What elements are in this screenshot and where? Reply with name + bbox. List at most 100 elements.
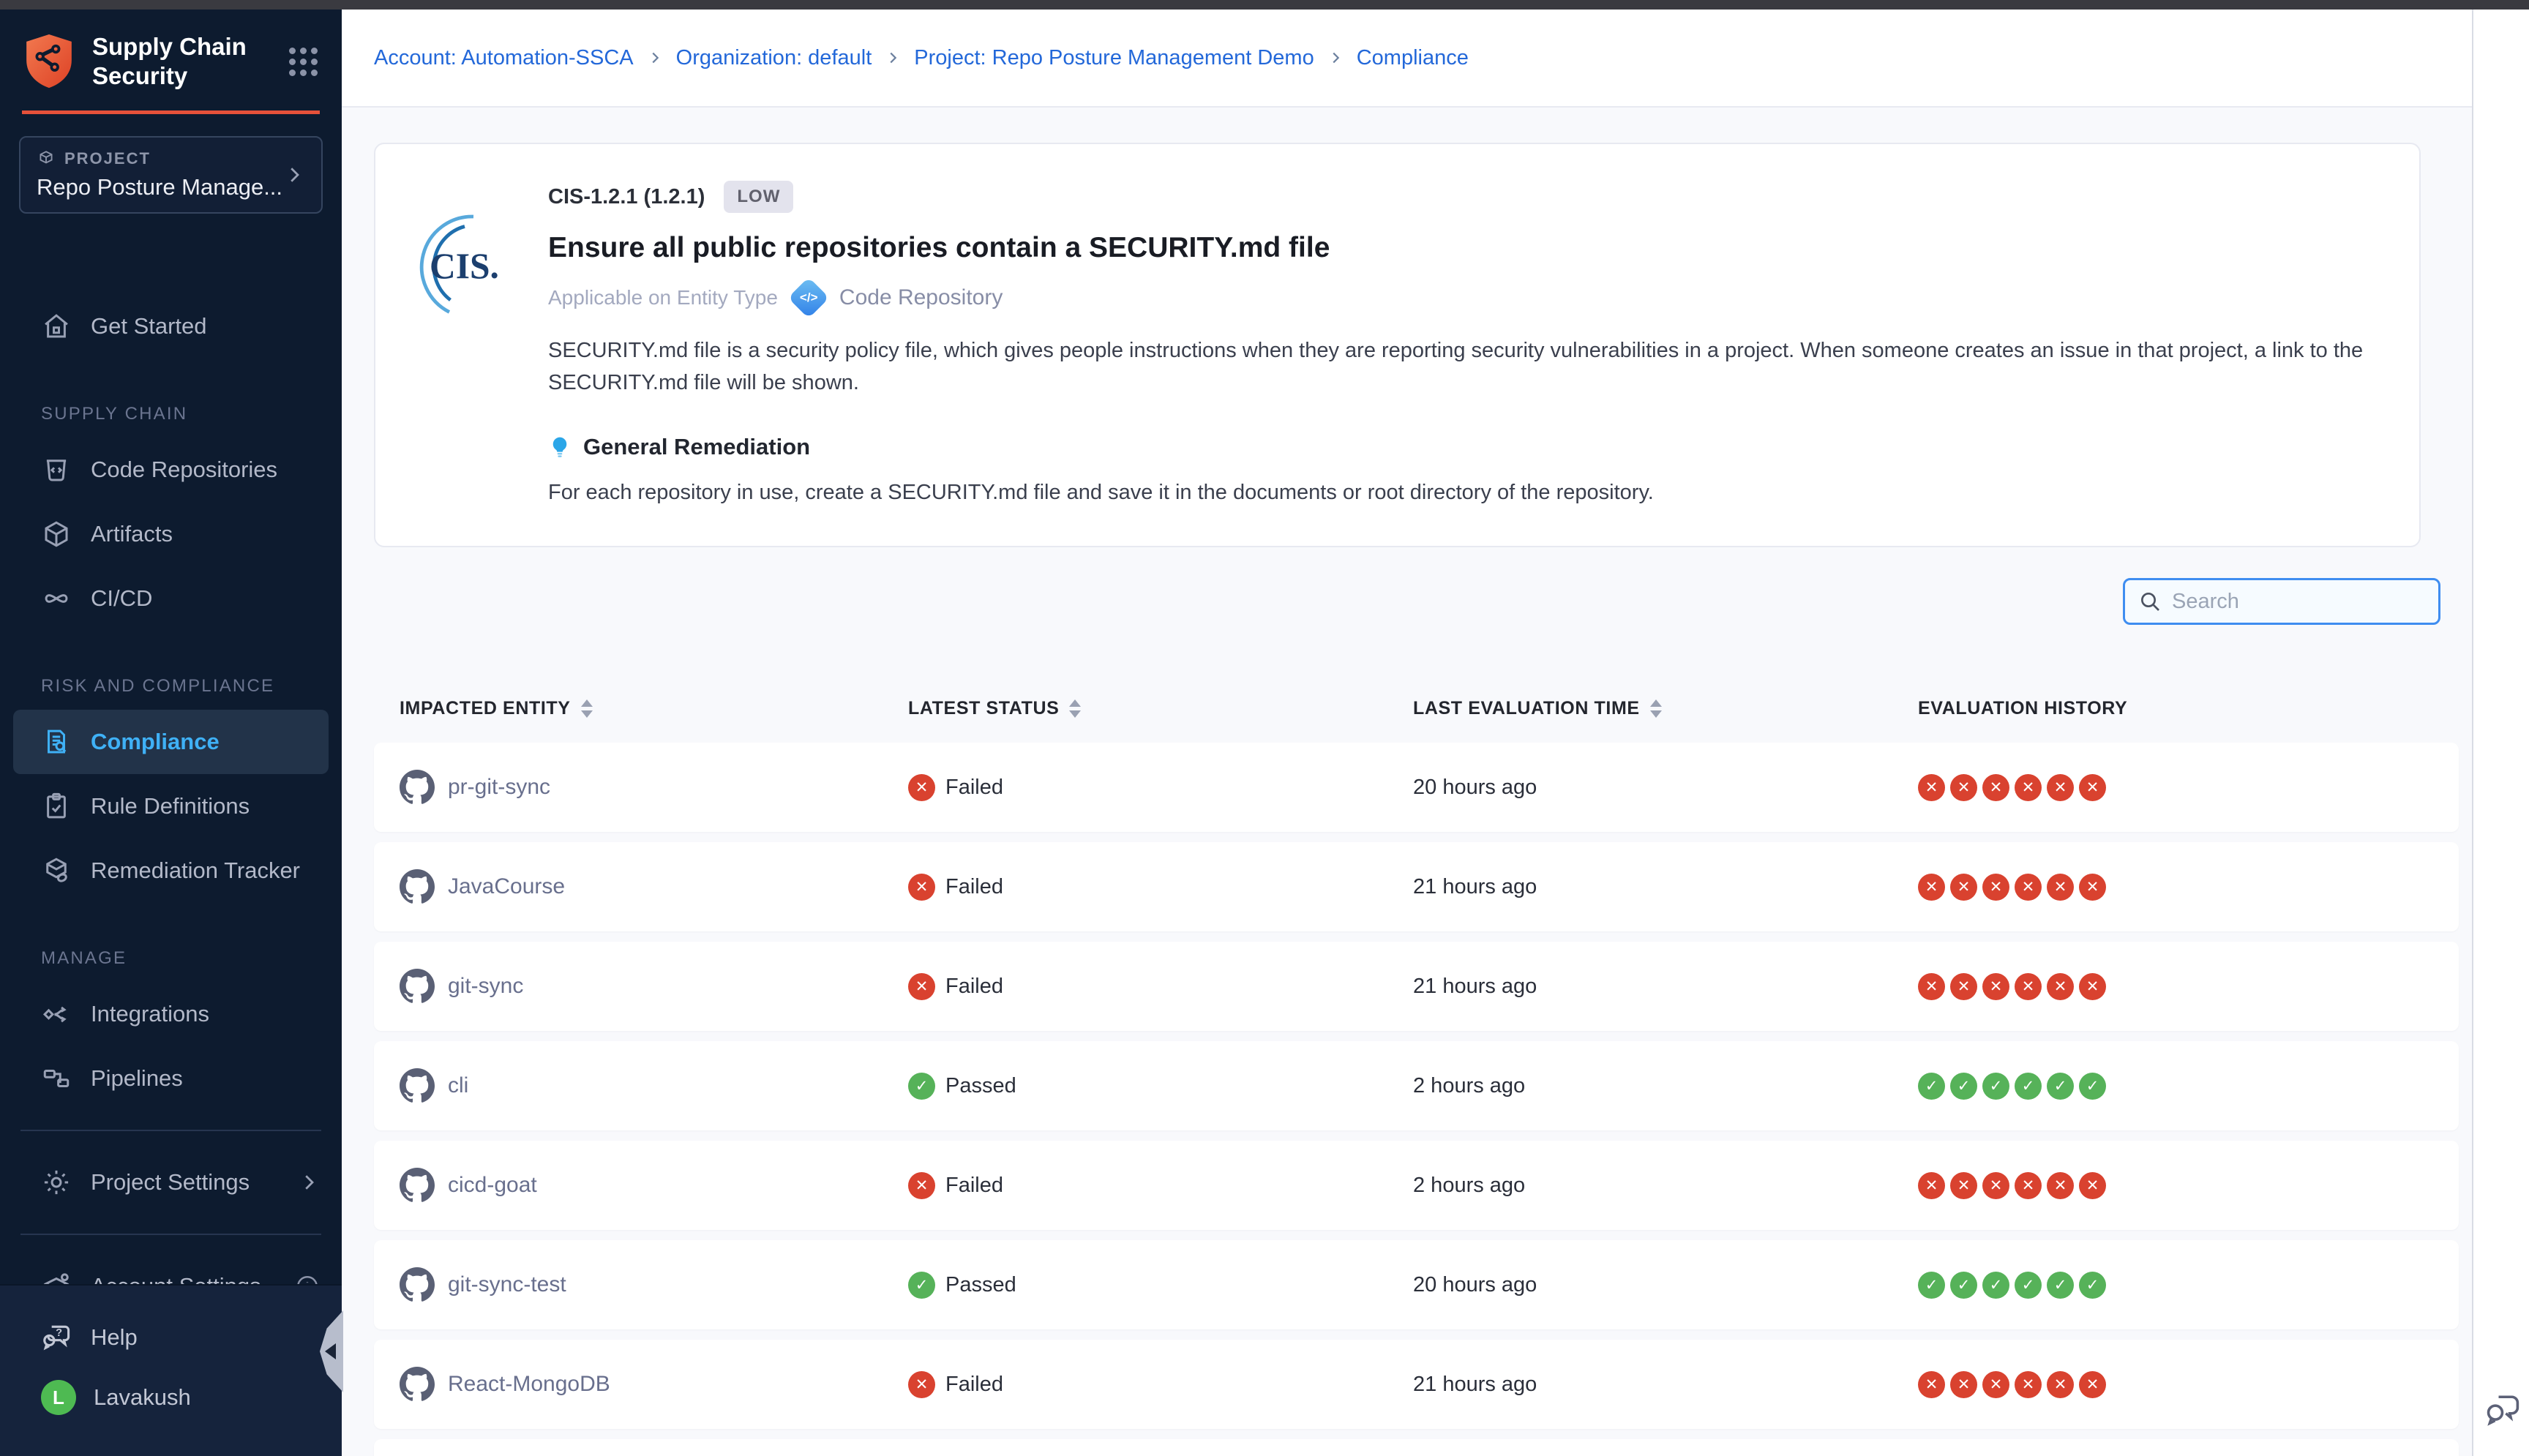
svg-text:?: ? <box>56 1327 62 1339</box>
chevron-right-icon <box>283 164 305 186</box>
column-impacted-entity[interactable]: IMPACTED ENTITY <box>400 698 908 719</box>
table-row[interactable]: cli ✓ Passed 2 hours ago ✓✓✓✓✓✓ <box>374 1041 2459 1130</box>
entity-name[interactable]: cli <box>448 1073 468 1098</box>
github-icon <box>400 770 435 805</box>
history-passed-icon: ✓ <box>1982 1272 2009 1299</box>
feedback-chat-icon[interactable] <box>2482 1389 2522 1428</box>
browser-top-bar <box>0 0 2529 10</box>
applicable-label: Applicable on Entity Type <box>548 286 778 309</box>
sidebar-item-remediation-tracker[interactable]: Remediation Tracker <box>0 838 342 903</box>
sidebar-item-cicd[interactable]: CI/CD <box>0 566 342 631</box>
evaluation-history: ✓✓✓✓✓✓ <box>1918 1272 2459 1299</box>
status-icon: ✕ <box>908 973 935 1000</box>
status-icon: ✕ <box>908 774 935 801</box>
entity-name[interactable]: cicd-goat <box>448 1173 537 1198</box>
breadcrumb: Account: Automation-SSCA Organization: d… <box>342 10 2472 108</box>
table-row[interactable]: git-sync ✕ Failed 21 hours ago ✕✕✕✕✕✕ <box>374 942 2459 1031</box>
entity-name[interactable]: JavaCourse <box>448 874 565 899</box>
history-failed-icon: ✕ <box>1982 1371 2009 1398</box>
sidebar-item-account-settings[interactable]: Account Settings <box>0 1254 342 1284</box>
sidebar-item-project-settings[interactable]: Project Settings <box>0 1150 342 1215</box>
app-switcher-icon[interactable] <box>286 45 320 78</box>
help-button[interactable]: ? Help <box>0 1307 342 1367</box>
history-failed-icon: ✕ <box>2015 1371 2042 1398</box>
history-failed-icon: ✕ <box>1950 1371 1977 1398</box>
breadcrumb-account[interactable]: Account: Automation-SSCA <box>374 46 634 70</box>
history-passed-icon: ✓ <box>1950 1272 1977 1299</box>
scrollbar-gutter <box>2472 10 2529 1456</box>
search-input[interactable] <box>2172 590 2425 614</box>
history-passed-icon: ✓ <box>2015 1272 2042 1299</box>
status-label: Failed <box>945 875 1003 899</box>
history-failed-icon: ✕ <box>1950 973 1977 1000</box>
entity-name[interactable]: git-sync-test <box>448 1272 566 1297</box>
divider <box>20 1130 321 1131</box>
sidebar-item-pipelines[interactable]: Pipelines <box>0 1046 342 1111</box>
sidebar-item-artifacts[interactable]: Artifacts <box>0 502 342 566</box>
rule-id: CIS-1.2.1 (1.2.1) <box>548 185 705 209</box>
breadcrumb-compliance[interactable]: Compliance <box>1357 46 1469 70</box>
accent-underline <box>22 110 320 114</box>
compliance-icon <box>41 727 72 757</box>
history-failed-icon: ✕ <box>1918 774 1945 801</box>
remediation-tracker-icon <box>41 855 72 886</box>
breadcrumb-organization[interactable]: Organization: default <box>676 46 872 70</box>
supply-chain-security-logo <box>22 31 76 91</box>
evaluation-time: 21 hours ago <box>1413 975 1918 999</box>
github-icon <box>400 1168 435 1203</box>
history-failed-icon: ✕ <box>2015 973 2042 1000</box>
remediation-title: General Remediation <box>583 434 810 460</box>
sidebar-item-get-started[interactable]: Get Started <box>0 294 342 359</box>
entity-name[interactable]: pr-git-sync <box>448 775 550 800</box>
status-icon: ✕ <box>908 1371 935 1398</box>
user-avatar: L <box>41 1380 76 1415</box>
severity-badge: LOW <box>724 181 793 213</box>
project-selector[interactable]: PROJECT Repo Posture Manage... <box>19 136 323 214</box>
sidebar-item-integrations[interactable]: Integrations <box>0 982 342 1046</box>
code-repository-icon: </> <box>788 277 830 319</box>
chevron-right-icon <box>885 50 901 66</box>
history-passed-icon: ✓ <box>2047 1272 2074 1299</box>
entity-name[interactable]: React-MongoDB <box>448 1372 610 1397</box>
column-evaluation-history: EVALUATION HISTORY <box>1918 698 2459 719</box>
gear-icon <box>41 1167 72 1198</box>
table-row[interactable]: ✓ ✓✓✓✓✓✓ <box>374 1439 2459 1456</box>
table-row[interactable]: cicd-goat ✕ Failed 2 hours ago ✕✕✕✕✕✕ <box>374 1141 2459 1230</box>
history-failed-icon: ✕ <box>2079 1371 2106 1398</box>
table-row[interactable]: React-MongoDB ✕ Failed 21 hours ago ✕✕✕✕… <box>374 1340 2459 1429</box>
sidebar-item-code-repositories[interactable]: Code Repositories <box>0 438 342 502</box>
user-profile[interactable]: L Lavakush <box>0 1367 342 1427</box>
evaluation-time: 20 hours ago <box>1413 1273 1918 1297</box>
lightbulb-icon <box>548 435 572 459</box>
sidebar-nav: Get Started SUPPLY CHAIN Code Repositori… <box>0 255 342 1284</box>
search-icon <box>2138 590 2162 613</box>
history-failed-icon: ✕ <box>2079 774 2106 801</box>
status-label: Failed <box>945 776 1003 800</box>
github-icon <box>400 1068 435 1103</box>
evaluation-history: ✓✓✓✓✓✓ <box>1918 1073 2459 1100</box>
table-row[interactable]: pr-git-sync ✕ Failed 20 hours ago ✕✕✕✕✕✕ <box>374 743 2459 832</box>
sidebar-item-rule-definitions[interactable]: Rule Definitions <box>0 774 342 838</box>
history-failed-icon: ✕ <box>2047 973 2074 1000</box>
history-failed-icon: ✕ <box>2015 774 2042 801</box>
info-icon <box>295 1274 320 1284</box>
status-icon: ✕ <box>908 874 935 901</box>
history-failed-icon: ✕ <box>1950 874 1977 901</box>
table-row[interactable]: JavaCourse ✕ Failed 21 hours ago ✕✕✕✕✕✕ <box>374 842 2459 931</box>
column-last-evaluation-time[interactable]: LAST EVALUATION TIME <box>1413 698 1918 719</box>
github-icon <box>400 1367 435 1402</box>
chevron-right-icon <box>1327 50 1344 66</box>
entity-name[interactable]: git-sync <box>448 974 523 999</box>
search-box[interactable] <box>2123 578 2440 625</box>
project-name: Repo Posture Manage... <box>37 174 283 200</box>
svg-text:CIS.: CIS. <box>430 246 499 286</box>
history-failed-icon: ✕ <box>1950 774 1977 801</box>
table-row[interactable]: git-sync-test ✓ Passed 20 hours ago ✓✓✓✓… <box>374 1240 2459 1329</box>
history-passed-icon: ✓ <box>1982 1073 2009 1100</box>
sidebar-item-compliance[interactable]: Compliance <box>13 710 329 774</box>
breadcrumb-project[interactable]: Project: Repo Posture Management Demo <box>914 46 1314 70</box>
github-icon <box>400 969 435 1004</box>
entity-type-label: Code Repository <box>839 285 1003 310</box>
column-latest-status[interactable]: LATEST STATUS <box>908 698 1413 719</box>
history-failed-icon: ✕ <box>1918 1371 1945 1398</box>
